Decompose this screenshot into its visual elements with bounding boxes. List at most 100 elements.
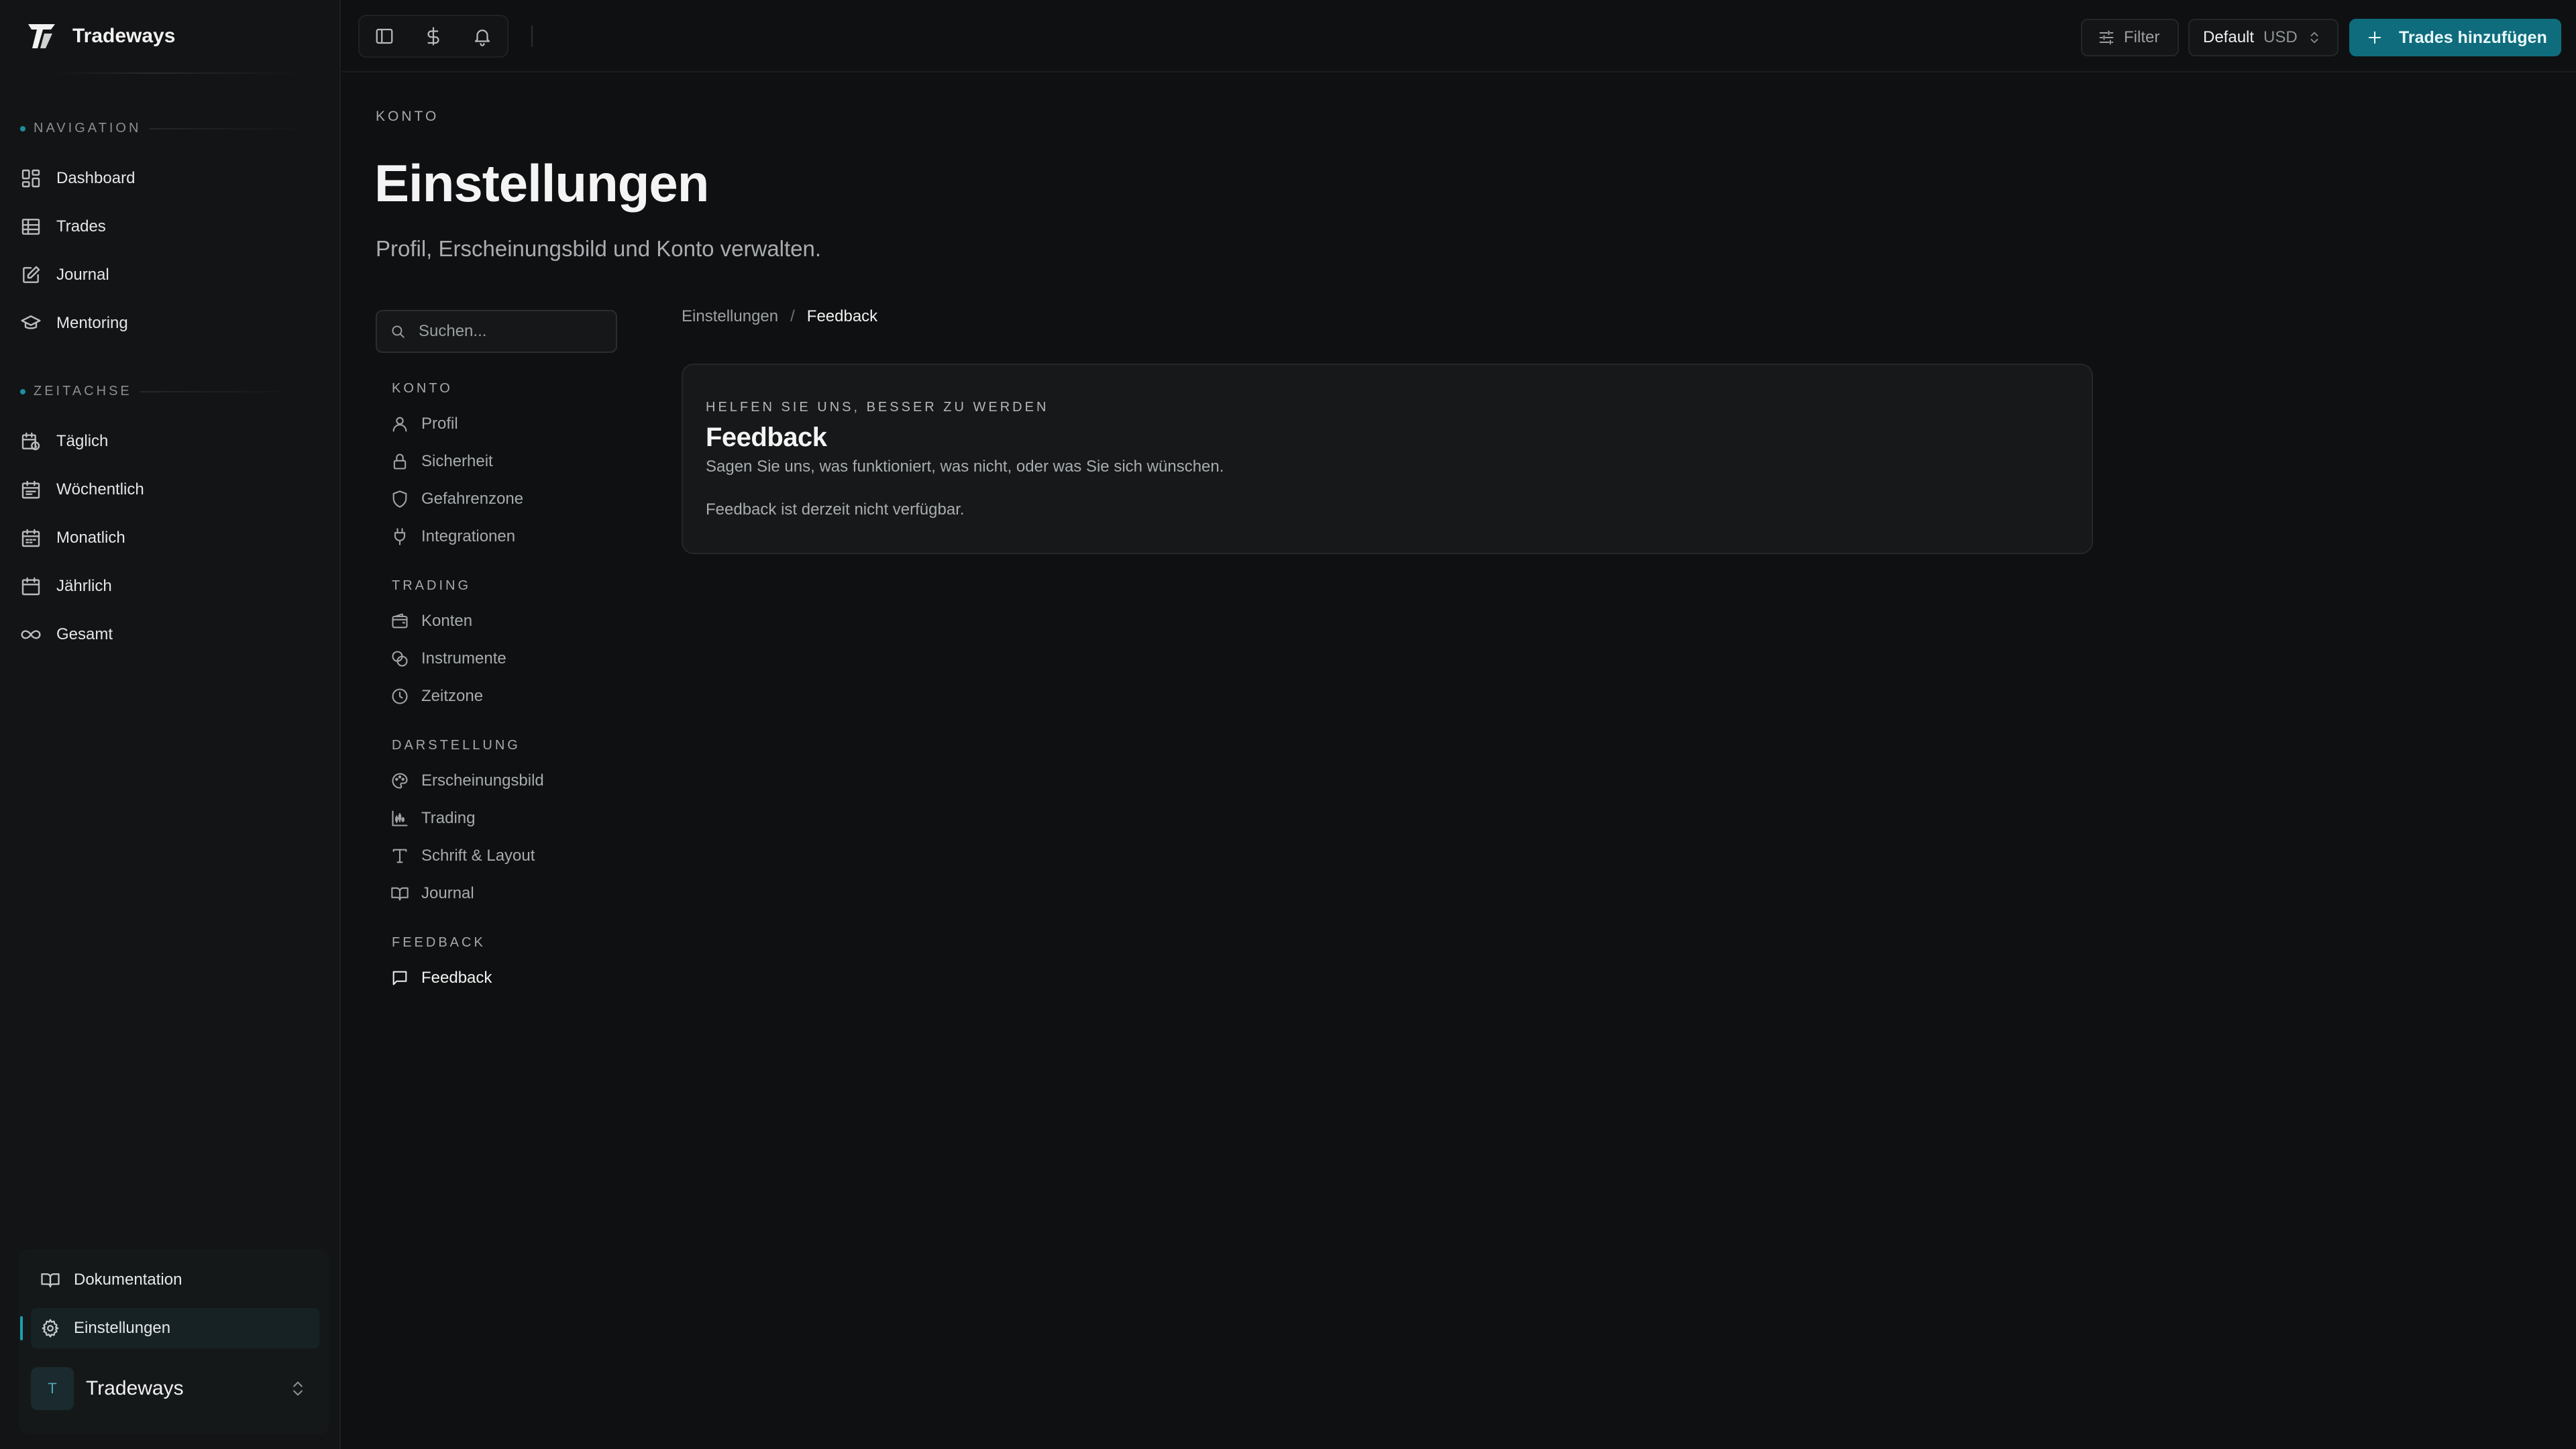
sidebar-item-dashboard[interactable]: Dashboard: [20, 160, 315, 197]
avatar: T: [31, 1367, 74, 1410]
shield-icon: [392, 490, 407, 508]
graduation-cap-icon: [21, 315, 41, 329]
toolbar-divider: [531, 25, 533, 47]
filter-label: Filter: [2124, 28, 2160, 46]
sidebar-item-label: Einstellungen: [74, 1319, 171, 1337]
settings-item-label: Profil: [421, 415, 458, 433]
settings-item-label: Feedback: [421, 969, 492, 987]
search-input[interactable]: [417, 321, 608, 341]
brand-name: Tradeways: [72, 25, 176, 47]
toolbar-icon-group: [358, 15, 508, 58]
sidebar-toggle-icon: [376, 28, 393, 44]
settings-item-profil[interactable]: Profil: [390, 408, 458, 440]
card-eyebrow: HELFEN SIE UNS, BESSER ZU WERDEN: [706, 400, 1049, 415]
section-label-navigation: NAVIGATION: [20, 121, 311, 136]
chart-candles-icon: [392, 810, 408, 826]
sidebar-item-jaehrlich[interactable]: Jährlich: [20, 568, 315, 605]
message-square-icon: [392, 971, 407, 985]
clock-icon: [392, 688, 408, 704]
settings-group-feedback: FEEDBACK: [392, 935, 486, 950]
settings-item-integrationen[interactable]: Integrationen: [390, 521, 515, 553]
settings-item-label: Schrift & Layout: [421, 847, 535, 865]
settings-group-trading: TRADING: [392, 578, 471, 593]
settings-item-gefahrenzone[interactable]: Gefahrenzone: [390, 483, 523, 515]
account-name: Tradeways: [86, 1377, 184, 1399]
breadcrumb-current: Feedback: [806, 307, 878, 325]
sidebar-item-label: Mentoring: [56, 314, 128, 332]
user-icon: [392, 417, 407, 432]
bell-icon: [475, 30, 490, 46]
settings-item-label: Konten: [421, 612, 473, 630]
settings-search: [376, 310, 617, 353]
account-select-currency: USD: [2263, 28, 2298, 46]
settings-item-trading[interactable]: Trading: [390, 802, 475, 835]
sidebar-item-mentoring[interactable]: Mentoring: [20, 305, 315, 342]
book-icon: [391, 887, 409, 901]
table-icon: [21, 219, 40, 235]
lock-icon: [393, 453, 407, 470]
settings-item-label: Erscheinungsbild: [421, 771, 544, 790]
settings-item-label: Instrumente: [421, 649, 506, 667]
settings-item-instrumente[interactable]: Instrumente: [390, 643, 506, 675]
breadcrumb-separator: /: [790, 307, 795, 325]
sidebar-item-label: Wöchentlich: [56, 480, 144, 498]
card-description: Sagen Sie uns, was funktioniert, was nic…: [706, 458, 1224, 476]
book-icon: [41, 1273, 60, 1288]
toggle-sidebar-button[interactable]: [371, 23, 398, 50]
settings-item-zeitzone[interactable]: Zeitzone: [390, 680, 483, 712]
section-label-text: ZEITACHSE: [34, 384, 132, 398]
settings-group-konto: KONTO: [392, 381, 453, 396]
sidebar-item-taeglich[interactable]: Täglich: [20, 423, 315, 460]
sidebar-footer: Dokumentation Einstellungen T Tradeways: [19, 1249, 329, 1434]
settings-item-label: Zeitzone: [421, 687, 484, 705]
sidebar-item-dokumentation[interactable]: Dokumentation: [31, 1260, 319, 1300]
settings-item-konten[interactable]: Konten: [390, 605, 472, 637]
account-switcher[interactable]: T Tradeways: [31, 1363, 319, 1414]
breadcrumb: Einstellungen / Feedback: [682, 307, 877, 326]
sliders-icon: [2099, 30, 2114, 45]
plus-icon: [2368, 31, 2381, 44]
sidebar-item-gesamt[interactable]: Gesamt: [20, 616, 315, 653]
settings-item-label: Gefahrenzone: [421, 490, 524, 508]
section-label-zeitachse: ZEITACHSE: [20, 384, 301, 399]
section-dot: [20, 125, 25, 131]
section-divider: [149, 127, 311, 129]
filter-button[interactable]: Filter: [2081, 19, 2179, 56]
settings-item-sicherheit[interactable]: Sicherheit: [390, 445, 493, 478]
tradeways-logo-icon: [28, 24, 55, 48]
settings-item-label: Integrationen: [421, 527, 516, 545]
palette-icon: [392, 773, 408, 789]
settings-item-erscheinungsbild[interactable]: Erscheinungsbild: [390, 765, 544, 797]
settings-item-journal[interactable]: Journal: [390, 877, 474, 910]
settings-item-label: Sicherheit: [421, 452, 493, 470]
section-label-text: NAVIGATION: [34, 121, 142, 136]
settings-item-feedback[interactable]: Feedback: [390, 962, 492, 994]
account-select[interactable]: Default USD: [2188, 19, 2339, 56]
sidebar-item-label: Täglich: [56, 432, 109, 450]
breadcrumb-parent[interactable]: Einstellungen: [682, 307, 778, 326]
settings-item-schrift-layout[interactable]: Schrift & Layout: [390, 840, 535, 872]
calendar-clock-icon: [21, 432, 40, 451]
card-title: Feedback: [706, 423, 827, 452]
brand[interactable]: Tradeways: [25, 19, 175, 54]
chevron-up-down-icon: [293, 1381, 303, 1396]
page-eyebrow: KONTO: [376, 109, 439, 124]
feedback-card: HELFEN SIE UNS, BESSER ZU WERDEN Feedbac…: [682, 364, 2093, 554]
sidebar-item-label: Gesamt: [56, 625, 113, 643]
sidebar-item-label: Journal: [56, 266, 109, 284]
add-trades-button[interactable]: Trades hinzufügen: [2349, 19, 2561, 56]
coins-icon: [392, 651, 408, 667]
sidebar-item-trades[interactable]: Trades: [20, 208, 315, 246]
add-trades-label: Trades hinzufügen: [2399, 28, 2547, 47]
sidebar-item-einstellungen[interactable]: Einstellungen: [20, 1308, 319, 1348]
settings-item-label: Journal: [421, 884, 474, 902]
infinity-icon: [21, 630, 41, 639]
sidebar-item-journal[interactable]: Journal: [20, 256, 315, 294]
sidebar-item-monatlich[interactable]: Monatlich: [20, 519, 315, 557]
currency-button[interactable]: [420, 23, 447, 50]
journal-edit-icon: [23, 266, 40, 283]
calendar-week-icon: [21, 480, 40, 499]
notifications-button[interactable]: [469, 23, 496, 50]
sidebar-item-woechentlich[interactable]: Wöchentlich: [20, 471, 315, 508]
wallet-icon: [392, 613, 408, 629]
